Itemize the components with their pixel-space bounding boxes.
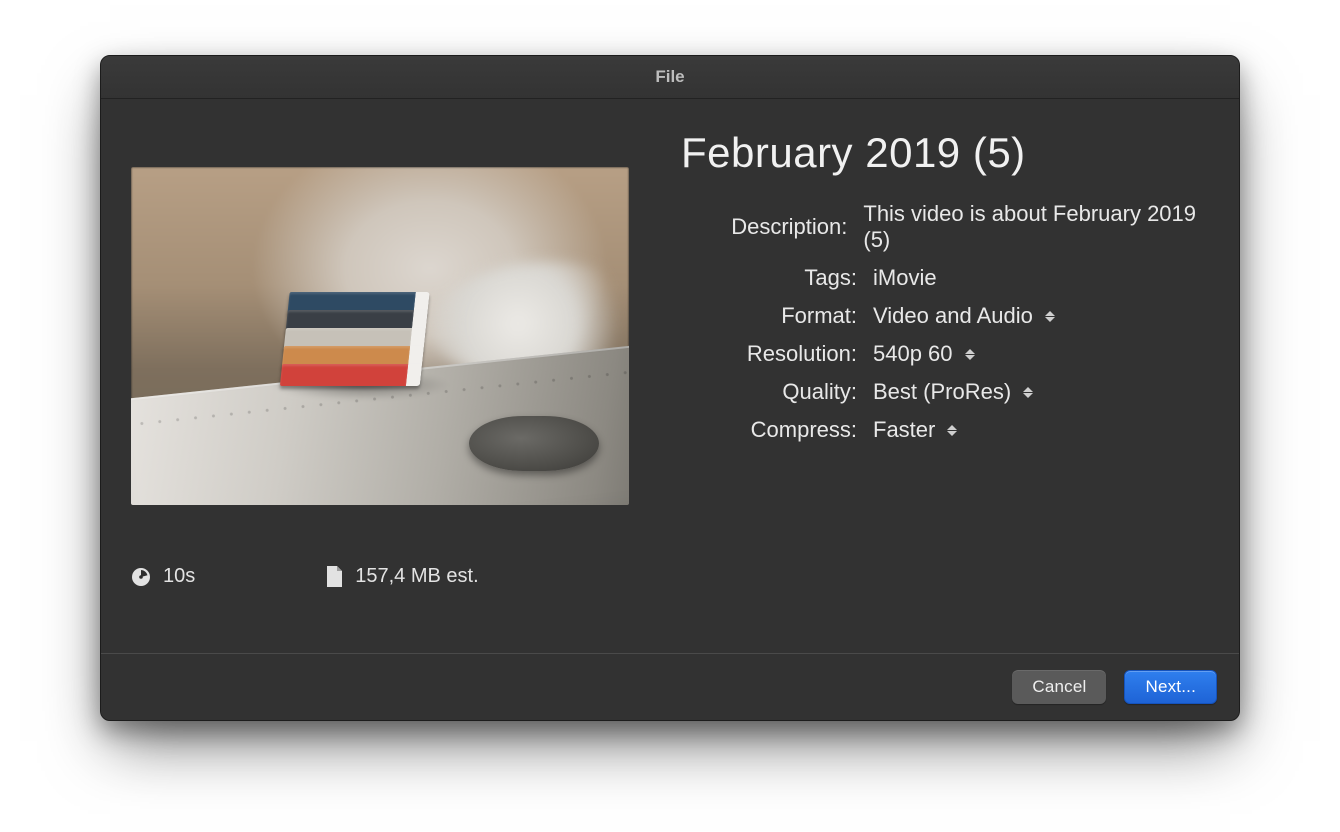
export-dialog: File: [100, 55, 1240, 721]
quality-select[interactable]: Best (ProRes): [873, 379, 1033, 405]
resolution-select[interactable]: 540p 60: [873, 341, 975, 367]
chevron-updown-icon: [1023, 384, 1033, 400]
left-column: 10s 157,4 MB est.: [131, 129, 641, 653]
export-stats: 10s 157,4 MB est.: [131, 565, 641, 588]
format-select[interactable]: Video and Audio: [873, 303, 1055, 329]
filesize-stat: 157,4 MB est.: [325, 565, 478, 588]
tags-value[interactable]: iMovie: [873, 265, 937, 291]
dialog-content: 10s 157,4 MB est. February 2019 (: [101, 99, 1239, 653]
format-label: Format:: [681, 303, 873, 329]
clock-icon: [131, 567, 151, 587]
button-bar: Cancel Next...: [101, 653, 1239, 720]
duration-stat: 10s: [131, 565, 195, 588]
tags-label: Tags:: [681, 265, 873, 291]
description-value[interactable]: This video is about February 2019 (5): [863, 201, 1209, 253]
resolution-value: 540p 60: [873, 341, 953, 367]
cancel-button[interactable]: Cancel: [1012, 670, 1106, 704]
compress-label: Compress:: [681, 417, 873, 443]
window-title: File: [655, 67, 684, 87]
quality-label: Quality:: [681, 379, 873, 405]
chevron-updown-icon: [1045, 308, 1055, 324]
quality-value: Best (ProRes): [873, 379, 1011, 405]
duration-value: 10s: [163, 565, 195, 588]
chevron-updown-icon: [947, 422, 957, 438]
format-value: Video and Audio: [873, 303, 1033, 329]
filesize-value: 157,4 MB est.: [355, 565, 478, 588]
right-column: February 2019 (5) Description: This vide…: [641, 129, 1209, 653]
project-title: February 2019 (5): [681, 129, 1209, 177]
resolution-label: Resolution:: [681, 341, 873, 367]
chevron-updown-icon: [965, 346, 975, 362]
next-button[interactable]: Next...: [1124, 670, 1217, 704]
compress-value: Faster: [873, 417, 935, 443]
video-thumbnail: [131, 167, 629, 505]
file-icon: [325, 566, 343, 588]
compress-select[interactable]: Faster: [873, 417, 957, 443]
window-titlebar: File: [101, 56, 1239, 99]
description-label: Description:: [681, 214, 863, 240]
